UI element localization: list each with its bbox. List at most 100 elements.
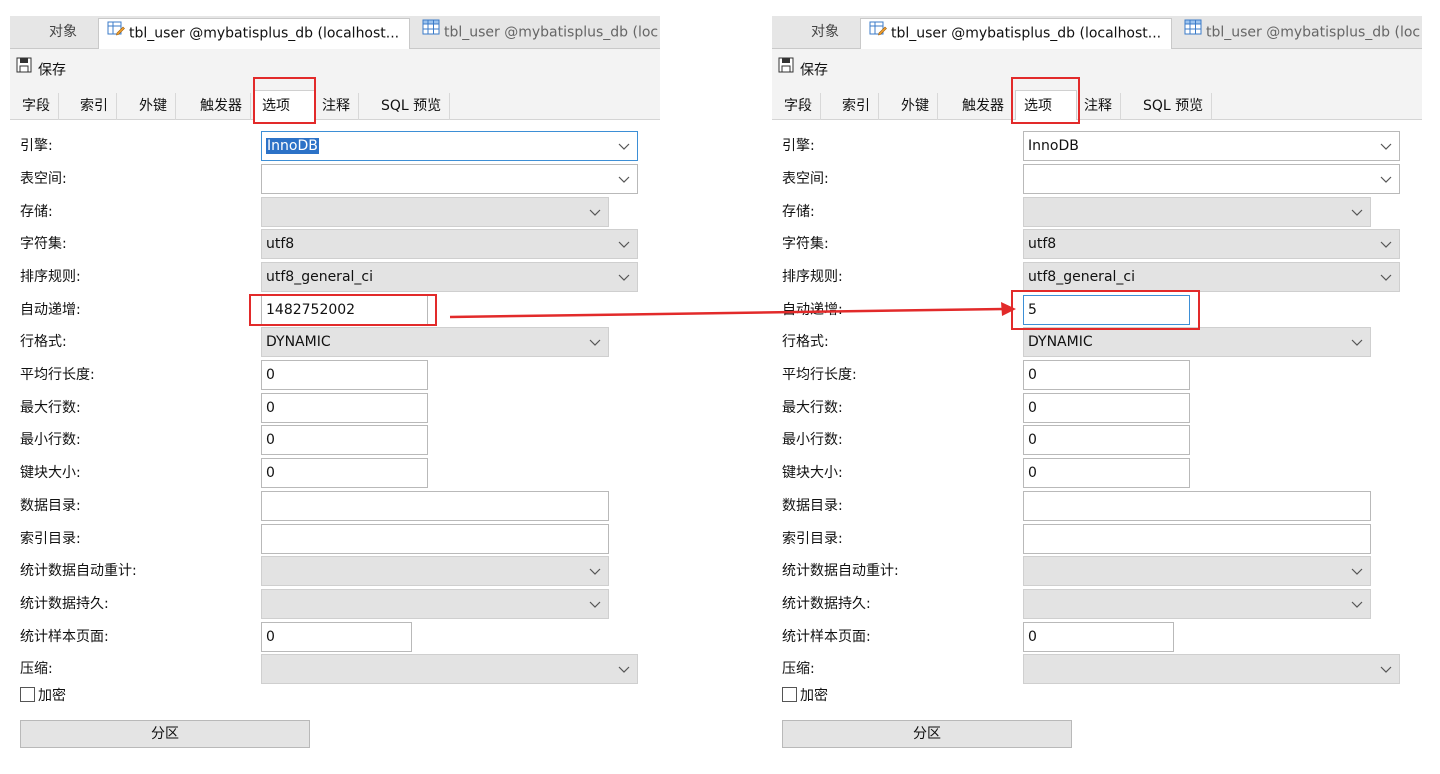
key-block-size-input[interactable]: 0 — [261, 458, 428, 488]
collation-select[interactable]: utf8_general_ci — [261, 262, 638, 292]
tab-label: tbl_user @mybatisplus_db (localhost... — [891, 25, 1162, 42]
table-icon — [1184, 18, 1202, 46]
charset-label: 字符集: — [782, 236, 829, 252]
auto-increment-label: 自动递增: — [20, 302, 81, 318]
tab-foreign-keys[interactable]: 外键 — [131, 93, 176, 120]
charset-select[interactable]: utf8 — [261, 229, 638, 259]
compression-select[interactable] — [1023, 654, 1400, 684]
chevron-down-icon — [618, 176, 630, 183]
max-rows-input[interactable]: 0 — [261, 393, 428, 423]
tab-triggers[interactable]: 触发器 — [192, 93, 251, 120]
encryption-checkbox-row[interactable]: 加密 — [20, 686, 66, 706]
collation-select[interactable]: utf8_general_ci — [1023, 262, 1400, 292]
key-block-size-label: 键块大小: — [20, 465, 81, 481]
max-rows-label: 最大行数: — [20, 400, 81, 416]
tab-options[interactable]: 选项 — [1015, 90, 1077, 121]
avg-row-length-input[interactable]: 0 — [261, 360, 428, 390]
tab-triggers[interactable]: 触发器 — [954, 93, 1013, 120]
max-rows-value: 0 — [266, 400, 275, 416]
min-rows-input[interactable]: 0 — [261, 425, 428, 455]
key-block-size-label: 键块大小: — [782, 465, 843, 481]
min-rows-input[interactable]: 0 — [1023, 425, 1190, 455]
engine-select[interactable]: InnoDB — [1023, 131, 1400, 161]
stats-auto-recalc-select[interactable] — [1023, 556, 1371, 586]
partition-button[interactable]: 分区 — [20, 720, 310, 748]
chevron-down-icon — [618, 143, 630, 150]
tab-table-design-active[interactable]: tbl_user @mybatisplus_db (localhost... — [98, 18, 410, 49]
index-directory-input[interactable] — [1023, 524, 1371, 554]
left-panel: 对象 tbl_user @mybatisplus_db (localhost..… — [10, 0, 660, 774]
stats-auto-recalc-select[interactable] — [261, 556, 609, 586]
auto-increment-input[interactable]: 5 — [1023, 295, 1190, 325]
encryption-checkbox-row[interactable]: 加密 — [782, 686, 828, 706]
tablespace-select[interactable] — [1023, 164, 1400, 194]
chevron-down-icon — [1380, 176, 1392, 183]
tab-indexes[interactable]: 索引 — [834, 93, 879, 120]
stats-persistent-select[interactable] — [1023, 589, 1371, 619]
tab-fields[interactable]: 字段 — [14, 93, 59, 120]
tab-foreign-keys[interactable]: 外键 — [893, 93, 938, 120]
max-rows-input[interactable]: 0 — [1023, 393, 1190, 423]
save-label: 保存 — [800, 62, 828, 79]
data-directory-input[interactable] — [261, 491, 609, 521]
tab-table-design-active[interactable]: tbl_user @mybatisplus_db (localhost... — [860, 18, 1172, 49]
collation-label: 排序规则: — [20, 269, 81, 285]
tab-table-data[interactable]: tbl_user @mybatisplus_db (loc — [1176, 18, 1422, 49]
stats-sample-pages-label: 统计样本页面: — [782, 629, 871, 645]
stats-persistent-select[interactable] — [261, 589, 609, 619]
save-button[interactable]: 保存 — [778, 57, 828, 81]
row-format-select[interactable]: DYNAMIC — [261, 327, 609, 357]
tab-options[interactable]: 选项 — [253, 90, 315, 121]
encryption-checkbox[interactable] — [782, 686, 797, 702]
tab-sql-preview[interactable]: SQL 预览 — [373, 93, 451, 120]
index-directory-input[interactable] — [261, 524, 609, 554]
row-format-select[interactable]: DYNAMIC — [1023, 327, 1371, 357]
engine-select[interactable]: InnoDB — [261, 131, 638, 161]
tab-objects[interactable]: 对象 — [790, 18, 860, 49]
tab-table-data[interactable]: tbl_user @mybatisplus_db (loc — [414, 18, 660, 49]
compression-label: 压缩: — [782, 661, 815, 677]
toolbar: 保存 — [772, 49, 1422, 89]
auto-increment-input[interactable]: 1482752002 — [261, 295, 428, 325]
auto-increment-value: 5 — [1028, 302, 1037, 318]
tab-label: tbl_user @mybatisplus_db (loc — [1206, 24, 1421, 41]
data-directory-input[interactable] — [1023, 491, 1371, 521]
save-button[interactable]: 保存 — [16, 57, 66, 81]
compression-select[interactable] — [261, 654, 638, 684]
tab-label: tbl_user @mybatisplus_db (localhost... — [129, 25, 400, 42]
encryption-checkbox[interactable] — [20, 686, 35, 702]
tab-fields[interactable]: 字段 — [776, 93, 821, 120]
partition-button[interactable]: 分区 — [782, 720, 1072, 748]
stats-sample-pages-input[interactable]: 0 — [261, 622, 412, 652]
save-label: 保存 — [38, 62, 66, 79]
data-directory-label: 数据目录: — [782, 498, 843, 514]
index-directory-label: 索引目录: — [20, 531, 81, 547]
storage-select[interactable] — [1023, 197, 1371, 227]
max-rows-value: 0 — [1028, 400, 1037, 416]
chevron-down-icon — [1351, 339, 1363, 346]
key-block-size-value: 0 — [266, 465, 275, 481]
min-rows-value: 0 — [1028, 432, 1037, 448]
auto-increment-value: 1482752002 — [266, 302, 356, 318]
tablespace-select[interactable] — [261, 164, 638, 194]
tab-label: tbl_user @mybatisplus_db (loc — [444, 24, 659, 41]
min-rows-label: 最小行数: — [20, 432, 81, 448]
tab-objects[interactable]: 对象 — [28, 18, 98, 49]
max-rows-label: 最大行数: — [782, 400, 843, 416]
designer-tabs: 字段 索引 外键 触发器 选项 注释 SQL 预览 — [772, 89, 1422, 121]
tab-sql-preview[interactable]: SQL 预览 — [1135, 93, 1213, 120]
tab-indexes[interactable]: 索引 — [72, 93, 117, 120]
stats-persistent-label: 统计数据持久: — [782, 596, 871, 612]
charset-select[interactable]: utf8 — [1023, 229, 1400, 259]
tab-comments[interactable]: 注释 — [1076, 93, 1121, 120]
key-block-size-input[interactable]: 0 — [1023, 458, 1190, 488]
chevron-down-icon — [1380, 241, 1392, 248]
row-format-value: DYNAMIC — [1028, 334, 1093, 350]
table-design-icon — [869, 19, 887, 47]
storage-select[interactable] — [261, 197, 609, 227]
stats-sample-pages-value: 0 — [266, 629, 275, 645]
avg-row-length-input[interactable]: 0 — [1023, 360, 1190, 390]
stats-sample-pages-input[interactable]: 0 — [1023, 622, 1174, 652]
tab-comments[interactable]: 注释 — [314, 93, 359, 120]
chevron-down-icon — [1351, 209, 1363, 216]
